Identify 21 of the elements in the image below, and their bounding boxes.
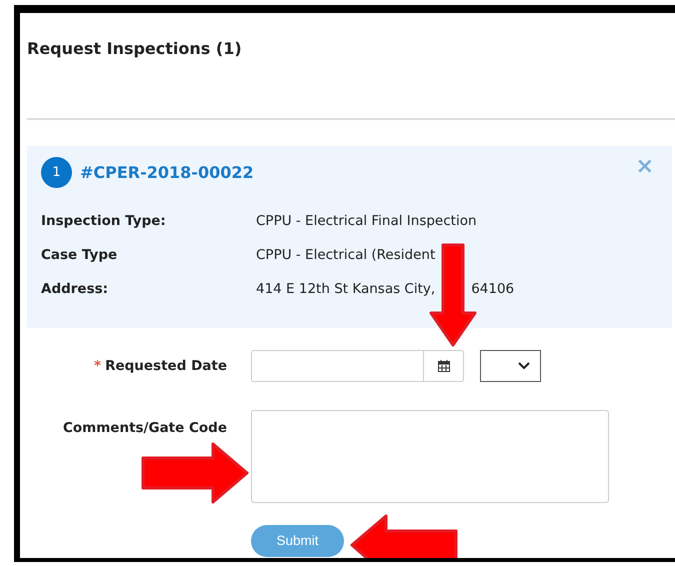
required-marker: * — [94, 358, 102, 374]
field-label: Comments/Gate Code — [62, 420, 227, 436]
field-label: Requested Date — [105, 358, 227, 374]
case-number-badge: 1 — [41, 157, 72, 188]
chevron-down-icon — [518, 362, 530, 370]
field-value: 414 E 12th St Kansas City, — [256, 280, 436, 299]
case-link[interactable]: #CPER-2018-00022 — [80, 160, 254, 184]
time-dropdown[interactable] — [480, 350, 541, 382]
close-button[interactable]: × — [636, 156, 654, 178]
date-input[interactable] — [251, 350, 424, 382]
arrow-right-icon — [139, 440, 251, 506]
calendar-button[interactable] — [424, 350, 464, 382]
submit-button[interactable]: Submit — [251, 525, 344, 557]
field-label: Case Type — [41, 246, 118, 265]
field-label: Address: — [41, 280, 110, 299]
field-label: Inspection Type: — [41, 212, 167, 231]
field-value: CPPU - Electrical Final Inspection — [256, 212, 477, 231]
calendar-icon — [438, 360, 450, 372]
field-value: CPPU - Electrical (Resident — [256, 246, 436, 265]
dialog-title: Request Inspections (1) — [26, 38, 243, 60]
field-value: 64106 — [471, 280, 514, 299]
